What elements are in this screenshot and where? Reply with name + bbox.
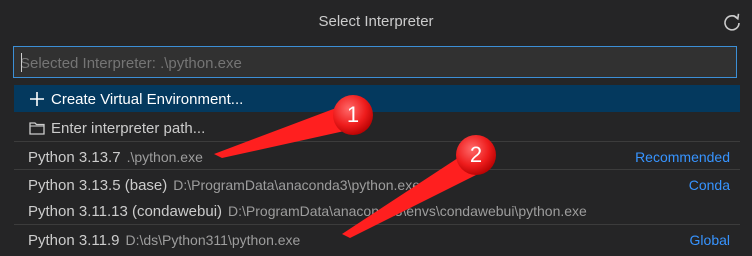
separator xyxy=(14,141,740,142)
interpreter-path: .\python.exe xyxy=(126,149,203,165)
search-input-container[interactable] xyxy=(13,46,737,78)
interpreter-name: Python 3.13.5 (base) xyxy=(28,177,168,194)
interpreter-list: Create Virtual Environment... Enter inte… xyxy=(14,85,740,256)
plus-icon xyxy=(30,92,44,106)
conda-tag: Conda xyxy=(688,177,730,193)
interpreter-item[interactable]: Python 3.11.9 D:\ds\Python311\python.exe … xyxy=(14,226,740,253)
interpreter-name: Python 3.13.7 xyxy=(28,149,121,166)
separator xyxy=(14,224,740,225)
interpreter-item[interactable]: Python 3.11.13 (condawebui) D:\ProgramDat… xyxy=(14,197,740,224)
separator xyxy=(14,169,740,170)
interpreter-item[interactable]: Python 3.13.5 (base) D:\ProgramData\anaco… xyxy=(14,171,740,198)
interpreter-name: Python 3.11.9 xyxy=(28,232,120,249)
quick-pick-panel: Select Interpreter Create Virtual Enviro… xyxy=(0,0,752,256)
global-tag: Global xyxy=(689,232,730,248)
enter-path-label: Enter interpreter path... xyxy=(51,120,206,137)
interpreter-path: D:\ProgramData\anaconda3\python.exe xyxy=(173,177,420,193)
create-venv-item[interactable]: Create Virtual Environment... xyxy=(14,85,740,112)
search-input[interactable] xyxy=(20,53,730,73)
enter-path-item[interactable]: Enter interpreter path... xyxy=(14,114,740,141)
panel-title: Select Interpreter xyxy=(318,13,434,30)
interpreter-path: D:\ds\Python311\python.exe xyxy=(125,232,301,248)
folder-icon xyxy=(29,122,45,135)
title-bar: Select Interpreter xyxy=(0,0,752,44)
interpreter-item[interactable]: Python 3.13.7 .\python.exe Recommended xyxy=(14,143,740,170)
interpreter-path: D:\ProgramData\anaconda3\envs\condawebui… xyxy=(228,203,587,219)
interpreter-name: Python 3.11.13 (condawebui) xyxy=(28,203,223,220)
refresh-icon[interactable] xyxy=(722,12,742,32)
create-venv-label: Create Virtual Environment... xyxy=(51,91,244,108)
recommended-tag: Recommended xyxy=(635,149,730,165)
text-caret xyxy=(21,53,22,72)
